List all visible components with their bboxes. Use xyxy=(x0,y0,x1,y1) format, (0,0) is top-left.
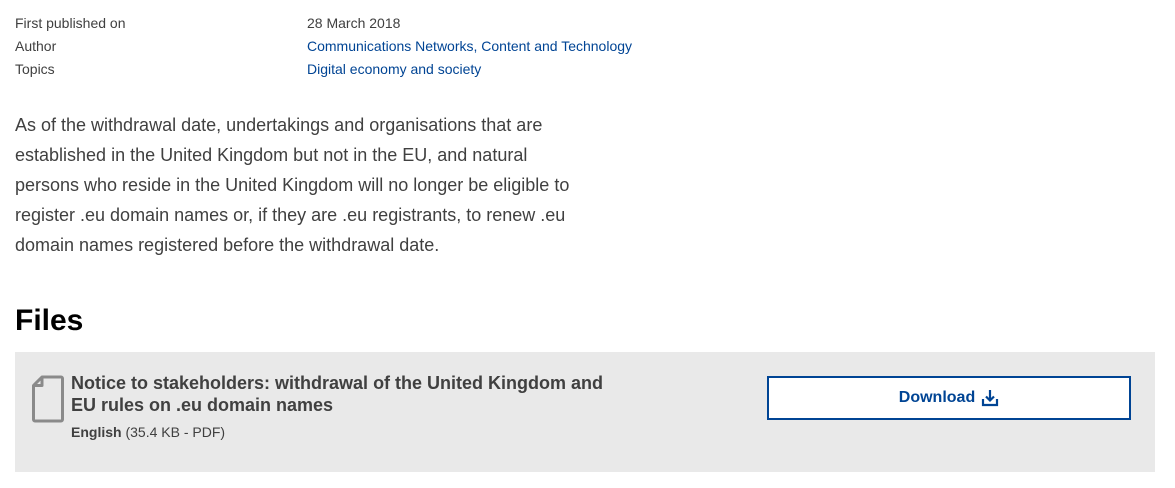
files-heading: Files xyxy=(15,304,84,337)
file-title: Notice to stakeholders: withdrawal of th… xyxy=(71,373,604,415)
file-details: (35.4 KB - PDF) xyxy=(125,424,226,440)
download-label: Download xyxy=(898,389,976,406)
download-button[interactable]: Download xyxy=(767,376,1131,420)
metadata-row-author: Author Communications Networks, Content … xyxy=(15,34,1155,57)
file-language: English xyxy=(71,424,122,440)
download-icon xyxy=(982,390,999,407)
author-link[interactable]: Communications Networks, Content and Tec… xyxy=(307,38,632,54)
intro-paragraph: As of the withdrawal date, undertakings … xyxy=(15,115,570,255)
metadata-key: Author xyxy=(15,37,57,54)
metadata-key: First published on xyxy=(15,14,126,31)
publication-metadata: First published on 28 March 2018 Author … xyxy=(15,11,1155,80)
metadata-row-topics: Topics Digital economy and society xyxy=(15,57,1155,80)
metadata-key: Topics xyxy=(15,60,55,77)
file-meta: English (35.4 KB - PDF) xyxy=(71,424,225,440)
published-date: 28 March 2018 xyxy=(307,14,401,31)
metadata-row-published: First published on 28 March 2018 xyxy=(15,11,1155,34)
file-icon xyxy=(32,375,64,423)
file-card: Notice to stakeholders: withdrawal of th… xyxy=(15,352,1155,472)
topic-link[interactable]: Digital economy and society xyxy=(307,61,481,77)
